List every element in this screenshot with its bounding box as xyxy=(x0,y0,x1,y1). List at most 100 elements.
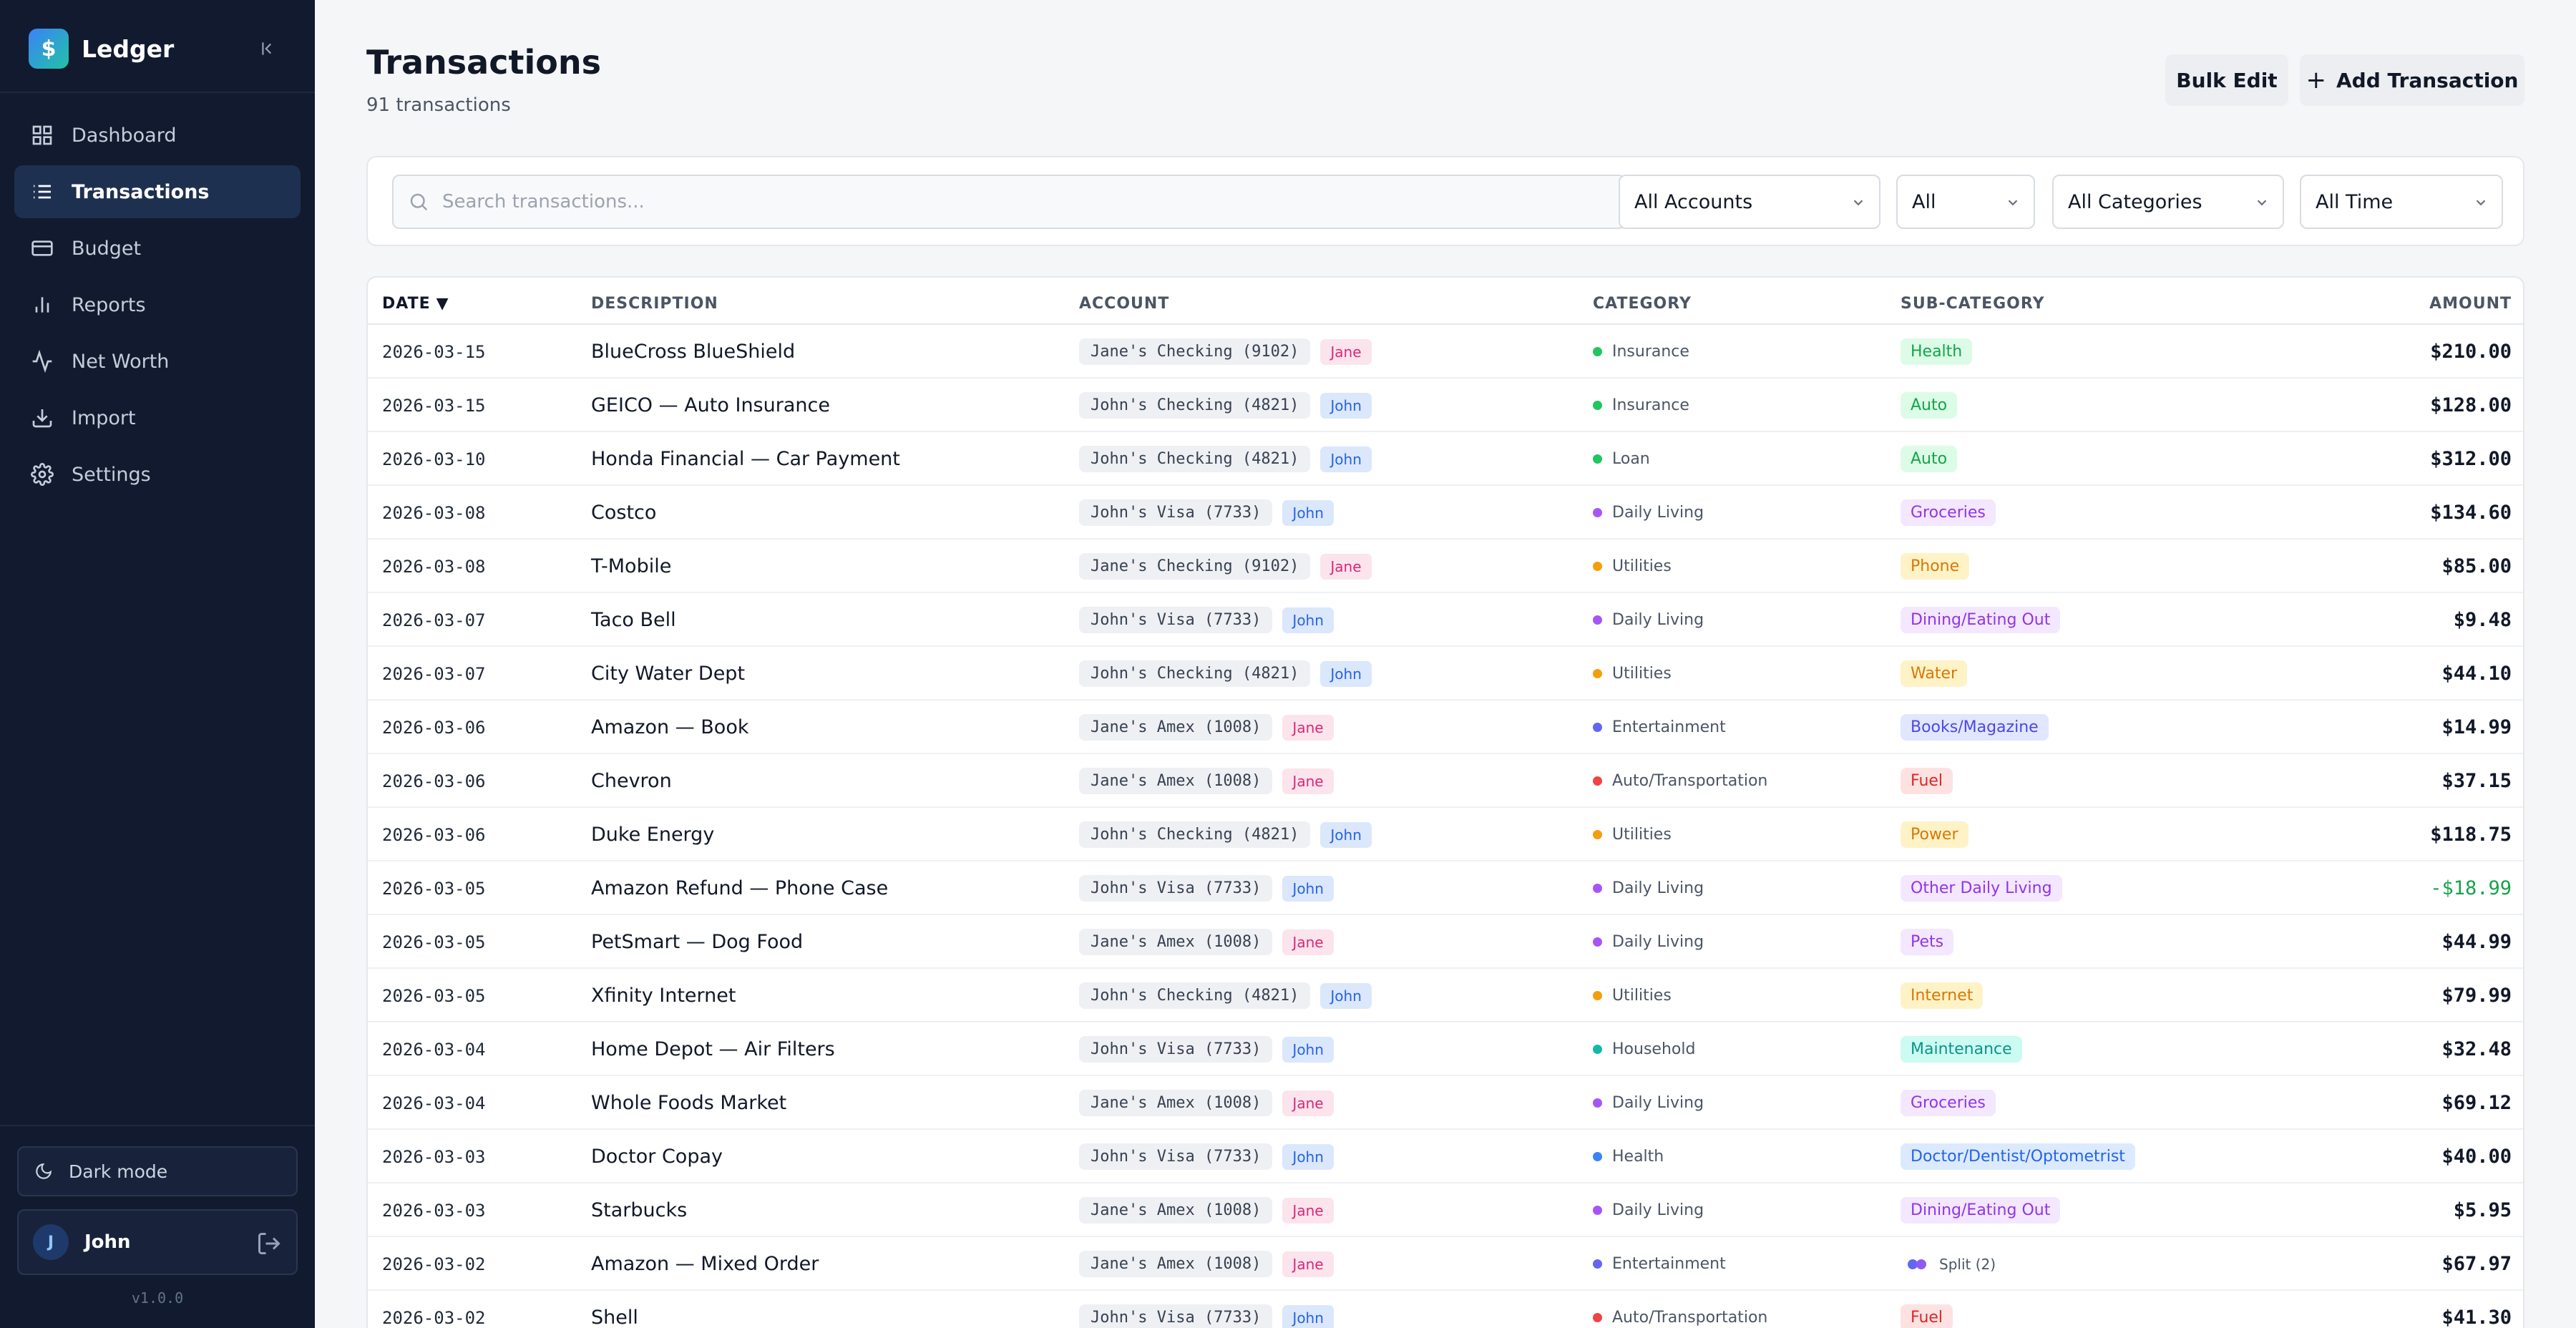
transaction-description: GEICO — Auto Insurance xyxy=(591,394,830,416)
transaction-amount: $9.48 xyxy=(2453,609,2512,631)
table-row[interactable]: 2026-03-07 Taco Bell John's Visa (7733) Joh… xyxy=(368,593,2523,647)
category-dot-icon xyxy=(1593,508,1602,517)
transaction-amount: $44.10 xyxy=(2441,663,2512,685)
table-row[interactable]: 2026-03-07 City Water Dept John's Checking… xyxy=(368,647,2523,700)
category-cell: Health xyxy=(1593,1130,1664,1183)
page-title: Transactions xyxy=(366,43,601,82)
sidebar-item-reports[interactable]: Reports xyxy=(14,278,301,331)
search-box[interactable] xyxy=(392,175,1626,229)
transaction-description: BlueCross BlueShield xyxy=(591,341,796,363)
subcategory-cell: Maintenance xyxy=(1901,1022,2022,1076)
search-icon xyxy=(410,193,428,211)
table-row[interactable]: 2026-03-04 Whole Foods Market Jane's Amex … xyxy=(368,1076,2523,1130)
category-filter-select[interactable]: All Categories xyxy=(2052,175,2284,229)
column-header-account[interactable]: ACCOUNT xyxy=(1079,295,1169,313)
sidebar-item-settings[interactable]: Settings xyxy=(14,448,301,501)
dark-mode-toggle[interactable]: Dark mode xyxy=(17,1146,298,1196)
category-dot-icon xyxy=(1593,1206,1602,1215)
category-label: Loan xyxy=(1612,450,1650,468)
sidebar-item-transactions[interactable]: Transactions xyxy=(14,165,301,218)
owner-badge: John xyxy=(1282,1304,1334,1328)
category-cell: Insurance xyxy=(1593,379,1689,432)
sidebar-item-budget[interactable]: Budget xyxy=(14,222,301,275)
split-dot-icon xyxy=(1916,1259,1926,1269)
chevron-down-icon xyxy=(2476,200,2486,206)
account-badge: Jane's Amex (1008) xyxy=(1079,1197,1273,1224)
table-row[interactable]: 2026-03-05 Amazon Refund — Phone Case John… xyxy=(368,861,2523,915)
column-header-description[interactable]: DESCRIPTION xyxy=(591,295,718,313)
account-cell: John's Checking (4821) John xyxy=(1079,969,1372,1022)
table-row[interactable]: 2026-03-08 Costco John's Visa (7733) John Da… xyxy=(368,486,2523,540)
account-cell: Jane's Amex (1008) Jane xyxy=(1079,754,1334,808)
account-cell: Jane's Amex (1008) Jane xyxy=(1079,1183,1334,1237)
subcategory-cell: Dining/Eating Out xyxy=(1901,593,2061,647)
subcategory-cell: Groceries xyxy=(1901,1076,1996,1130)
time-filter-select[interactable]: All Time xyxy=(2300,175,2503,229)
category-dot-icon xyxy=(1593,347,1602,356)
moon-icon xyxy=(36,1163,52,1179)
transaction-date: 2026-03-05 xyxy=(382,932,486,952)
sidebar-item-dashboard[interactable]: Dashboard xyxy=(14,109,301,162)
subcategory-cell: Doctor/Dentist/Optometrist xyxy=(1901,1130,2135,1183)
owner-badge: John xyxy=(1282,607,1334,633)
add-transaction-button[interactable]: + Add Transaction xyxy=(2300,54,2524,106)
category-cell: Utilities xyxy=(1593,969,1672,1022)
subcategory-cell: Phone xyxy=(1901,540,1970,593)
owner-filter-select[interactable]: All xyxy=(1896,175,2035,229)
category-dot-icon xyxy=(1593,615,1602,625)
sidebar-item-net-worth[interactable]: Net Worth xyxy=(14,335,301,388)
subcategory-badge: Dining/Eating Out xyxy=(1901,607,2061,633)
category-cell: Entertainment xyxy=(1593,700,1726,754)
table-row[interactable]: 2026-03-03 Starbucks Jane's Amex (1008) Jan… xyxy=(368,1183,2523,1237)
category-cell: Utilities xyxy=(1593,808,1672,861)
logout-icon[interactable] xyxy=(256,1231,282,1256)
owner-badge: John xyxy=(1320,446,1372,472)
table-row[interactable]: 2026-03-02 Amazon — Mixed Order Jane's Ame… xyxy=(368,1237,2523,1291)
subcategory-badge: Phone xyxy=(1901,553,1970,580)
category-cell: Utilities xyxy=(1593,647,1672,700)
table-row[interactable]: 2026-03-10 Honda Financial — Car Payment J… xyxy=(368,432,2523,486)
account-badge: John's Checking (4821) xyxy=(1079,821,1311,848)
table-row[interactable]: 2026-03-05 Xfinity Internet John's Checkin… xyxy=(368,969,2523,1022)
account-filter-select[interactable]: All Accounts xyxy=(1619,175,1880,229)
account-cell: John's Checking (4821) John xyxy=(1079,808,1372,861)
table-row[interactable]: 2026-03-15 BlueCross BlueShield Jane's Che… xyxy=(368,325,2523,379)
chevron-down-icon xyxy=(2008,200,2018,206)
bulk-edit-button[interactable]: Bulk Edit xyxy=(2165,54,2288,106)
table-row[interactable]: 2026-03-04 Home Depot — Air Filters John's… xyxy=(368,1022,2523,1076)
sidebar-item-import[interactable]: Import xyxy=(14,391,301,444)
user-profile[interactable]: J John xyxy=(17,1209,298,1275)
search-input[interactable] xyxy=(442,191,1587,213)
split-badge[interactable]: Split (2) xyxy=(1901,1251,2003,1277)
table-row[interactable]: 2026-03-02 Shell John's Visa (7733) John Aut… xyxy=(368,1291,2523,1328)
transaction-description: Honda Financial — Car Payment xyxy=(591,448,900,470)
owner-filter-value: All xyxy=(1912,190,1936,213)
table-row[interactable]: 2026-03-08 T-Mobile Jane's Checking (9102)… xyxy=(368,540,2523,593)
column-header-category[interactable]: CATEGORY xyxy=(1593,295,1692,313)
category-cell: Insurance xyxy=(1593,325,1689,379)
table-row[interactable]: 2026-03-06 Chevron Jane's Amex (1008) Jane A… xyxy=(368,754,2523,808)
transaction-amount: $67.97 xyxy=(2441,1253,2512,1275)
collapse-sidebar-icon[interactable] xyxy=(258,36,279,62)
category-label: Daily Living xyxy=(1612,879,1704,897)
table-row[interactable]: 2026-03-06 Duke Energy John's Checking (48… xyxy=(368,808,2523,861)
column-header-subcategory[interactable]: SUB-CATEGORY xyxy=(1901,295,2045,313)
app-version: v1.0.0 xyxy=(131,1289,184,1307)
account-badge: John's Visa (7733) xyxy=(1079,1143,1273,1170)
brand[interactable]: $ Ledger xyxy=(29,29,174,69)
table-row[interactable]: 2026-03-03 Doctor Copay John's Visa (7733)… xyxy=(368,1130,2523,1183)
table-row[interactable]: 2026-03-06 Amazon — Book Jane's Amex (1008… xyxy=(368,700,2523,754)
table-row[interactable]: 2026-03-05 PetSmart — Dog Food Jane's Amex… xyxy=(368,915,2523,969)
user-name: John xyxy=(84,1231,131,1253)
transaction-description: Duke Energy xyxy=(591,824,715,846)
owner-badge: Jane xyxy=(1282,714,1334,741)
transaction-amount: $134.60 xyxy=(2430,502,2512,524)
account-cell: Jane's Amex (1008) Jane xyxy=(1079,1076,1334,1130)
column-header-amount[interactable]: AMOUNT xyxy=(2429,295,2512,313)
sidebar-item-label: Settings xyxy=(72,463,151,486)
subcategory-cell: Other Daily Living xyxy=(1901,861,2062,915)
table-row[interactable]: 2026-03-15 GEICO — Auto Insurance John's C… xyxy=(368,379,2523,432)
subcategory-cell: Health xyxy=(1901,325,1973,379)
column-header-date[interactable]: DATE ▼ xyxy=(382,295,449,313)
owner-badge: Jane xyxy=(1320,338,1372,365)
